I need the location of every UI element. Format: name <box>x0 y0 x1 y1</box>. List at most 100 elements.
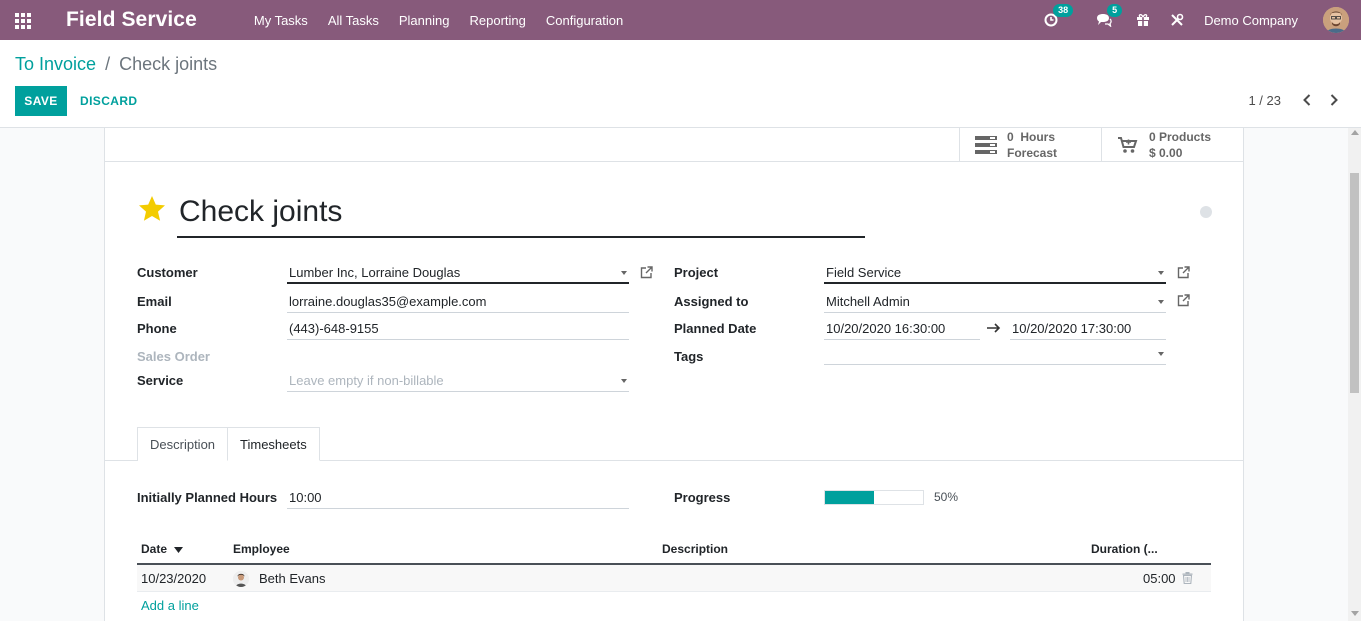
activity-menu[interactable]: 38 <box>1044 4 1074 27</box>
project-dropdown-caret[interactable] <box>1158 271 1164 275</box>
project-label: Project <box>674 265 719 280</box>
project-field[interactable]: Field Service <box>824 262 1166 284</box>
hours-value: 0 <box>1007 129 1014 144</box>
company-switcher[interactable]: Demo Company <box>1204 13 1298 28</box>
planned-start-value: 10/20/2020 16:30:00 <box>826 321 946 336</box>
hours-forecast-button[interactable]: 0 Hours Forecast <box>959 128 1101 161</box>
column-header-employee[interactable]: Employee <box>233 542 290 556</box>
messaging-menu[interactable]: 5 <box>1096 4 1123 27</box>
column-header-description[interactable]: Description <box>662 542 728 556</box>
phone-field[interactable]: (443)-648-9155 <box>287 318 629 340</box>
add-line-link[interactable]: Add a line <box>141 598 199 613</box>
table-row[interactable]: 10/23/2020 Beth Evans 05:00 <box>137 565 1211 592</box>
breadcrumb-parent[interactable]: To Invoice <box>15 54 96 74</box>
phone-value: (443)-648-9155 <box>289 321 379 336</box>
assigned-external-link-icon[interactable] <box>1177 294 1190 307</box>
notebook-tabs: Description Timesheets <box>137 427 320 461</box>
tags-field[interactable] <box>824 343 1166 365</box>
planned-hours-value: 10:00 <box>289 490 322 505</box>
control-panel: To Invoice / Check joints SAVE DISCARD 1… <box>0 40 1361 128</box>
scroll-up-arrow[interactable] <box>1351 130 1359 135</box>
gift-icon <box>1137 14 1150 26</box>
project-value: Field Service <box>826 265 902 280</box>
service-label: Service <box>137 373 184 388</box>
chevron-left-icon[interactable] <box>1300 92 1314 108</box>
scroll-down-arrow[interactable] <box>1351 611 1359 616</box>
page-scrollbar[interactable] <box>1348 128 1361 621</box>
planned-end-value: 10/20/2020 17:30:00 <box>1012 321 1132 336</box>
message-badge: 5 <box>1107 4 1123 17</box>
planned-hours-label: Initially Planned Hours <box>137 490 278 505</box>
hours-forecast-label: Forecast <box>1007 145 1058 160</box>
row-employee: Beth Evans <box>259 571 326 586</box>
app-brand[interactable]: Field Service <box>66 8 197 32</box>
activity-badge: 38 <box>1053 4 1074 17</box>
service-field[interactable]: Leave empty if non-billable <box>287 370 629 392</box>
row-duration: 05:00 <box>1143 571 1176 586</box>
customer-label: Customer <box>137 265 198 280</box>
progress-bar <box>824 490 924 505</box>
column-header-date[interactable]: Date <box>141 542 184 556</box>
main-menu: My Tasks All Tasks Planning Reporting Co… <box>244 13 633 28</box>
progress-percent: 50% <box>934 490 959 504</box>
tools-icon <box>1171 13 1184 26</box>
assigned-to-field[interactable]: Mitchell Admin <box>824 291 1166 313</box>
kanban-state-indicator[interactable] <box>1200 206 1212 218</box>
smart-button-box: 0 Hours Forecast 0 Products $ 0.00 <box>105 128 1243 162</box>
discard-button[interactable]: DISCARD <box>80 86 137 116</box>
column-header-duration[interactable]: Duration (... <box>1091 542 1158 556</box>
user-avatar[interactable] <box>1323 7 1349 33</box>
assigned-dropdown-caret[interactable] <box>1158 300 1164 304</box>
menu-configuration[interactable]: Configuration <box>536 13 633 28</box>
project-external-link-icon[interactable] <box>1177 266 1190 279</box>
planned-start-field[interactable]: 10/20/2020 16:30:00 <box>824 318 980 340</box>
tab-timesheets[interactable]: Timesheets <box>227 427 320 461</box>
email-label: Email <box>137 294 172 309</box>
hours-label: Hours <box>1020 129 1056 144</box>
customer-dropdown-caret[interactable] <box>621 271 627 275</box>
service-placeholder: Leave empty if non-billable <box>289 373 444 388</box>
customer-value: Lumber Inc, Lorraine Douglas <box>289 265 461 280</box>
customer-external-link-icon[interactable] <box>640 266 653 279</box>
task-title-input[interactable] <box>177 188 865 238</box>
breadcrumb: To Invoice / Check joints <box>15 54 217 75</box>
products-amount: $ 0.00 <box>1149 145 1183 160</box>
row-date: 10/23/2020 <box>141 571 207 586</box>
menu-planning[interactable]: Planning <box>389 13 460 28</box>
form-sheet: 0 Hours Forecast 0 Products $ 0.00 Custo… <box>104 128 1244 621</box>
arrow-right-icon <box>987 323 1001 333</box>
debug-menu[interactable] <box>1170 13 1184 27</box>
planned-hours-field[interactable]: 10:00 <box>287 487 629 509</box>
apps-grid-icon[interactable] <box>15 13 33 29</box>
cart-icon <box>1118 136 1138 153</box>
products-button[interactable]: 0 Products $ 0.00 <box>1101 128 1243 161</box>
tags-dropdown-caret[interactable] <box>1158 352 1164 356</box>
menu-all-tasks[interactable]: All Tasks <box>318 13 389 28</box>
phone-label: Phone <box>137 321 177 336</box>
sort-desc-icon <box>174 546 184 553</box>
email-value: lorraine.douglas35@example.com <box>289 294 487 309</box>
planned-end-field[interactable]: 10/20/2020 17:30:00 <box>1010 318 1166 340</box>
gift-menu[interactable] <box>1136 13 1150 27</box>
trash-icon[interactable] <box>1182 572 1193 584</box>
planned-date-label: Planned Date <box>674 321 757 336</box>
server-icon <box>975 135 997 154</box>
sales-order-label: Sales Order <box>137 349 210 364</box>
pager-value[interactable]: 1 / 23 <box>1248 93 1281 108</box>
save-button[interactable]: SAVE <box>15 86 67 116</box>
tab-description[interactable]: Description <box>137 427 228 461</box>
scroll-thumb[interactable] <box>1350 173 1359 393</box>
customer-field[interactable]: Lumber Inc, Lorraine Douglas <box>287 262 629 284</box>
chevron-right-icon[interactable] <box>1327 92 1341 108</box>
email-field[interactable]: lorraine.douglas35@example.com <box>287 291 629 313</box>
menu-my-tasks[interactable]: My Tasks <box>244 13 318 28</box>
tags-label: Tags <box>674 349 704 364</box>
star-icon[interactable] <box>137 194 167 224</box>
assigned-to-label: Assigned to <box>674 294 749 309</box>
assigned-to-value: Mitchell Admin <box>826 294 910 309</box>
breadcrumb-separator: / <box>105 54 111 74</box>
service-dropdown-caret[interactable] <box>621 379 627 383</box>
menu-reporting[interactable]: Reporting <box>459 13 535 28</box>
breadcrumb-current: Check joints <box>119 54 218 74</box>
employee-avatar <box>233 571 249 587</box>
